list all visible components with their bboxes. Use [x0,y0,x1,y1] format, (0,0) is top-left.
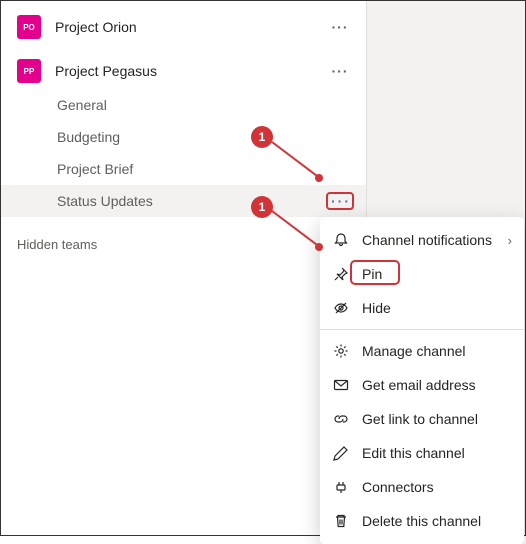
menu-label: Get email address [362,377,512,393]
pencil-icon [332,444,350,462]
menu-item-edit[interactable]: Edit this channel [320,436,524,470]
mail-icon [332,376,350,394]
team-avatar: PP [17,59,41,83]
menu-label: Channel notifications [362,232,496,248]
menu-divider [320,329,524,330]
menu-item-pin[interactable]: Pin [320,257,524,291]
more-options-icon[interactable]: ··· [326,57,354,85]
channel-label: General [57,97,354,113]
bell-icon [332,231,350,249]
connectors-icon [332,478,350,496]
menu-item-delete[interactable]: Delete this channel [320,504,524,538]
chevron-right-icon: › [508,233,512,248]
menu-item-notifications[interactable]: Channel notifications › [320,223,524,257]
team-name-label: Project Orion [55,19,326,35]
team-row-orion[interactable]: PO Project Orion ··· [1,9,366,45]
trash-icon [332,512,350,530]
menu-item-connectors[interactable]: Connectors [320,470,524,504]
team-row-pegasus[interactable]: PP Project Pegasus ··· [1,53,366,89]
channel-label: Status Updates [57,193,326,209]
gear-icon [332,342,350,360]
menu-item-manage[interactable]: Manage channel [320,334,524,368]
channel-row[interactable]: General [1,89,366,121]
menu-label: Connectors [362,479,512,495]
menu-label: Hide [362,300,512,316]
pin-icon [332,265,350,283]
menu-label: Pin [362,266,512,282]
channel-row[interactable]: Project Brief [1,153,366,185]
channel-more-icon[interactable]: ··· [326,192,354,210]
link-icon [332,410,350,428]
team-avatar: PO [17,15,41,39]
menu-label: Delete this channel [362,513,512,529]
channel-context-menu: Channel notifications › Pin Hide Manage … [320,217,524,544]
more-options-icon[interactable]: ··· [326,13,354,41]
annotation-badge-1: 1 [251,126,273,148]
menu-label: Get link to channel [362,411,512,427]
channel-label: Budgeting [57,129,354,145]
menu-label: Manage channel [362,343,512,359]
channel-row[interactable]: Budgeting [1,121,366,153]
hidden-teams-label[interactable]: Hidden teams [1,217,366,272]
menu-item-email[interactable]: Get email address [320,368,524,402]
annotation-dot [315,243,323,251]
annotation-dot [315,174,323,182]
team-name-label: Project Pegasus [55,63,326,79]
hide-icon [332,299,350,317]
channel-row-selected[interactable]: Status Updates ··· [1,185,366,217]
annotation-badge-2: 1 [251,196,273,218]
menu-item-hide[interactable]: Hide [320,291,524,325]
menu-label: Edit this channel [362,445,512,461]
teams-sidebar: PO Project Orion ··· PP Project Pegasus … [1,1,367,535]
menu-item-link[interactable]: Get link to channel [320,402,524,436]
